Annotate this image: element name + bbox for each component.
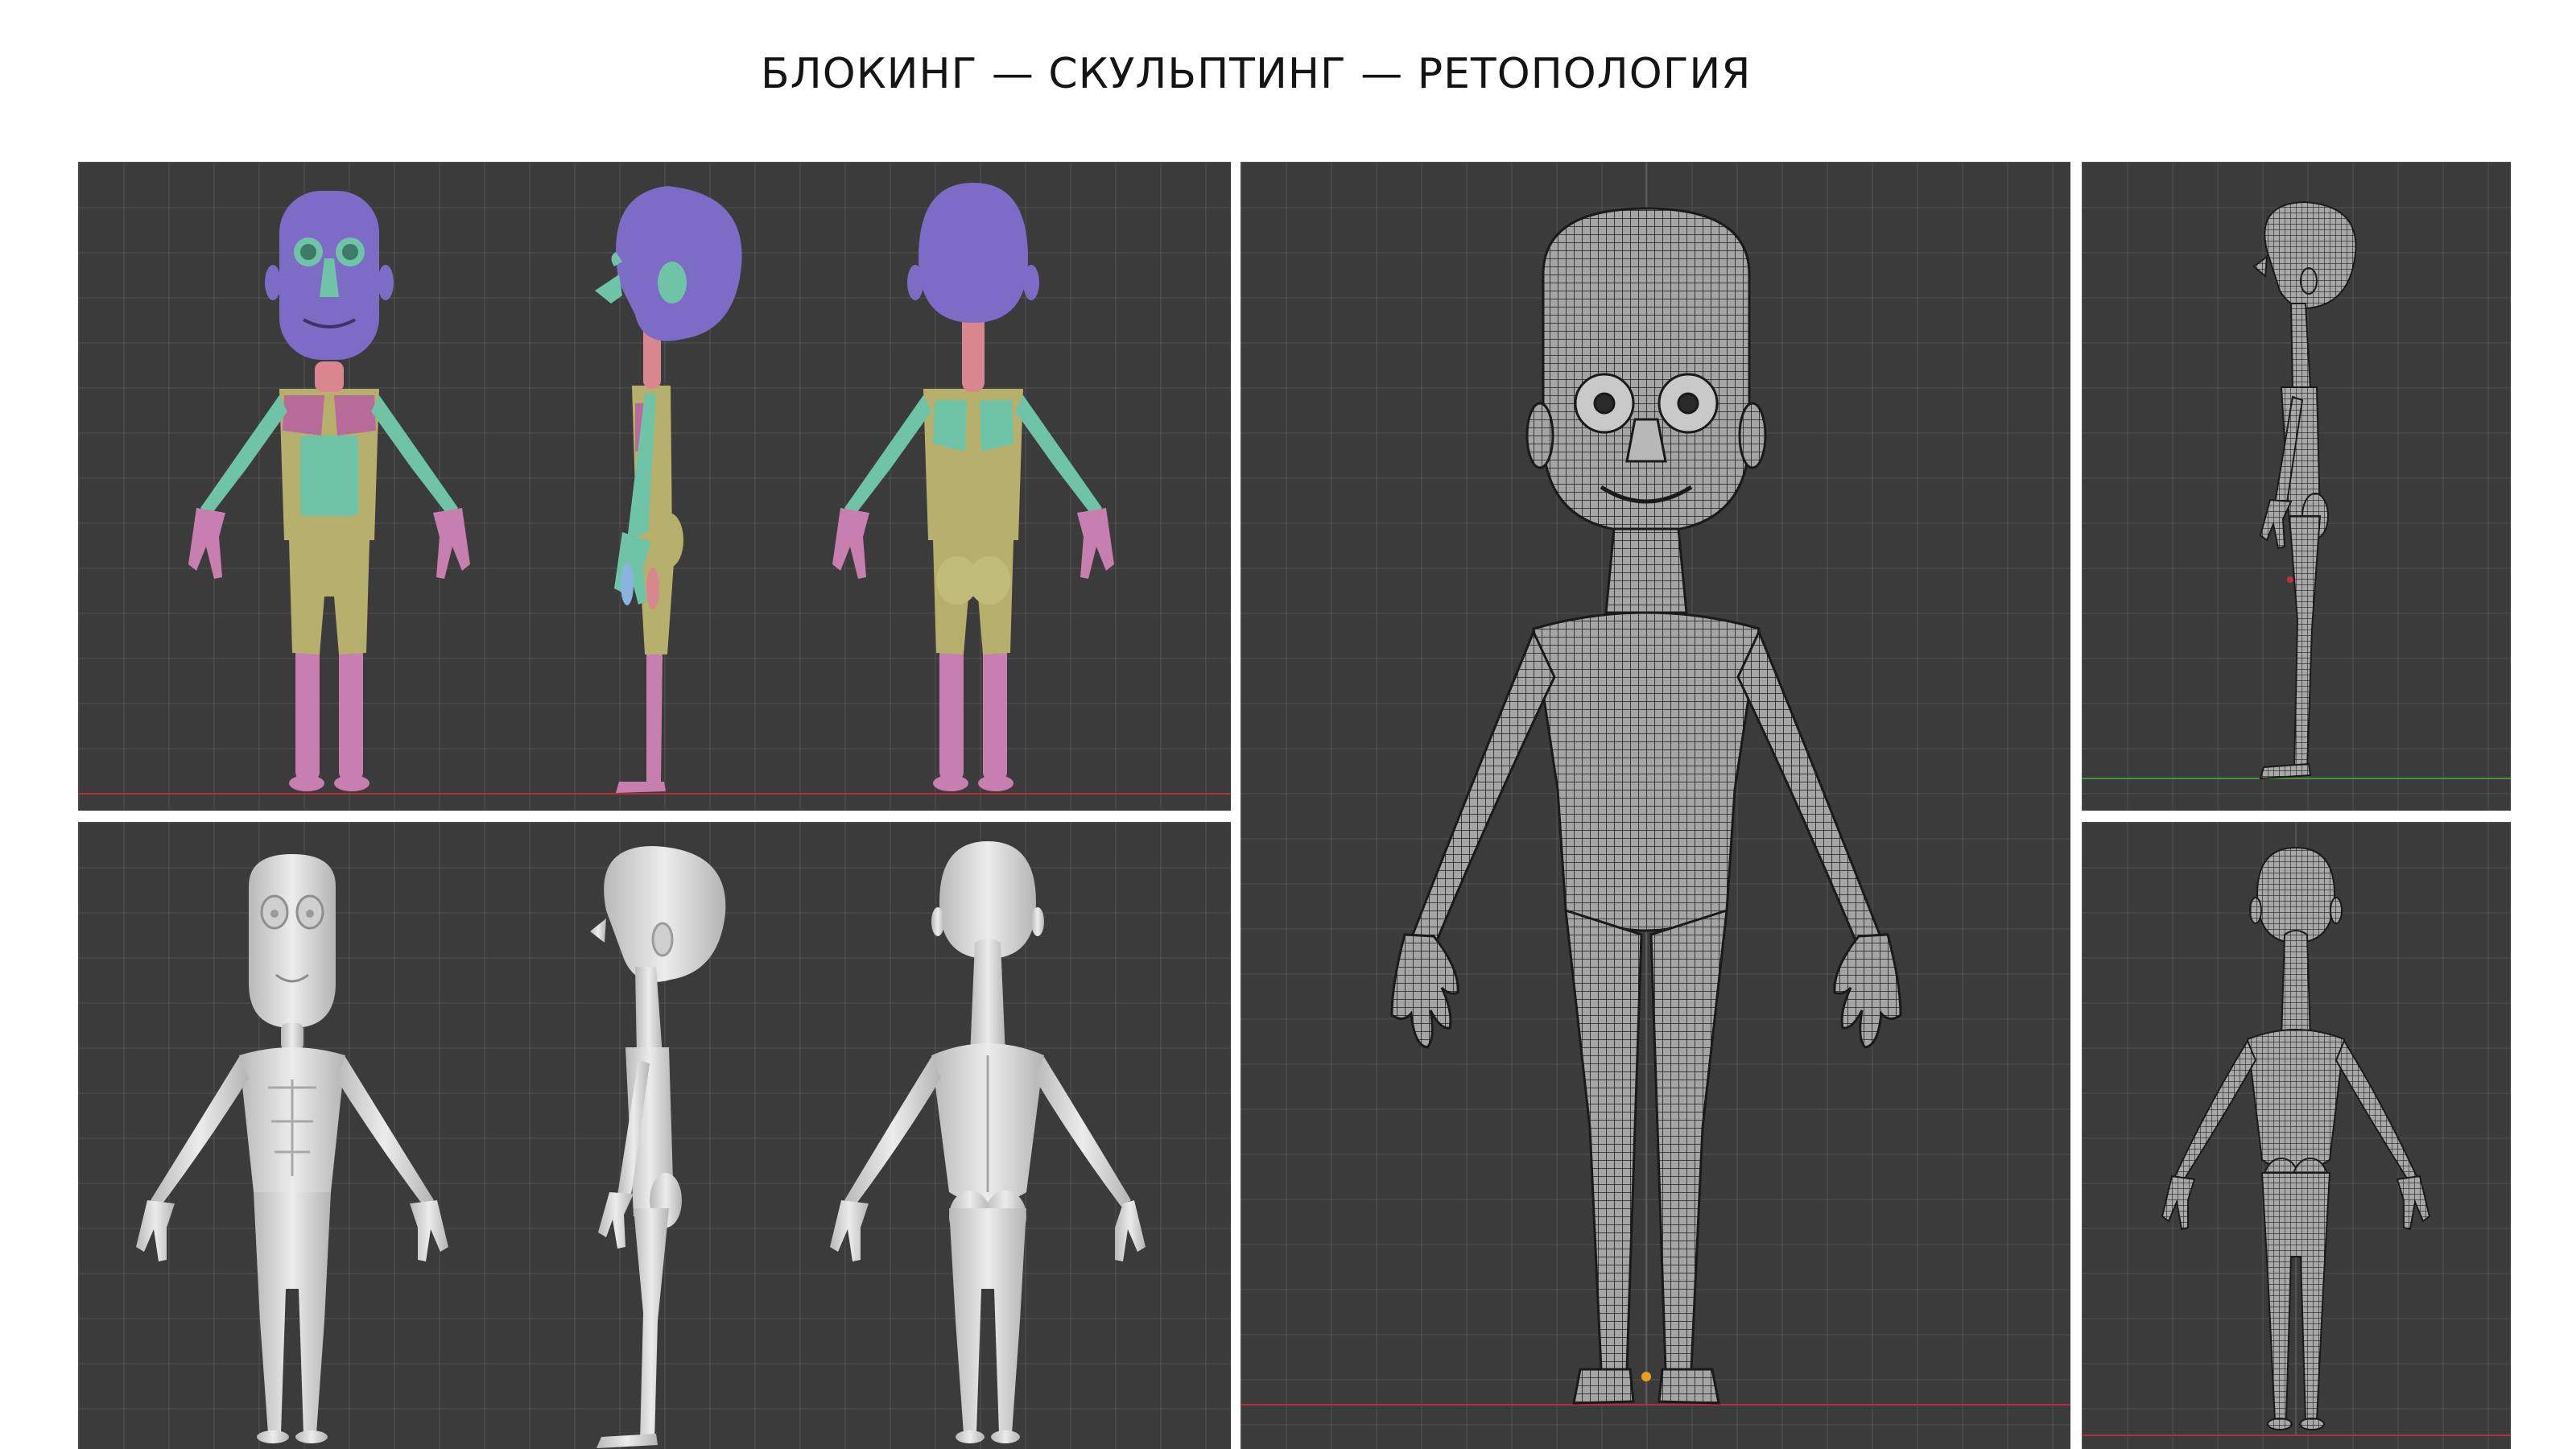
retopology-side-canvas: [2082, 200, 2511, 780]
origin-point: [1641, 1372, 1651, 1381]
sculpt-side-figure: [590, 846, 726, 1448]
sculpt-back-figure: [830, 841, 1146, 1443]
retopology-front-panel: [1241, 162, 2070, 1449]
blocking-front-figure: [188, 191, 470, 791]
retopo-side-figure: [2252, 200, 2357, 780]
page-title: БЛОКИНГ — СКУЛЬПТИНГ — РЕТОПОЛОГИЯ: [761, 50, 1752, 98]
blocking-side-figure: [595, 186, 742, 793]
blocking-panel: [78, 162, 1231, 811]
retopology-side-panel: [2082, 162, 2511, 811]
sculpt-front-figure: [136, 854, 448, 1443]
sculpting-panel: [78, 822, 1231, 1449]
blocking-back-figure: [832, 183, 1114, 791]
blocking-views-canvas: [78, 183, 1231, 795]
retopology-back-canvas: [2082, 822, 2511, 1436]
retopology-back-panel: [2082, 822, 2511, 1449]
retopology-front-canvas: [1241, 162, 2070, 1406]
marker-point: [2287, 576, 2293, 583]
sculpting-views-canvas: [136, 841, 1146, 1448]
